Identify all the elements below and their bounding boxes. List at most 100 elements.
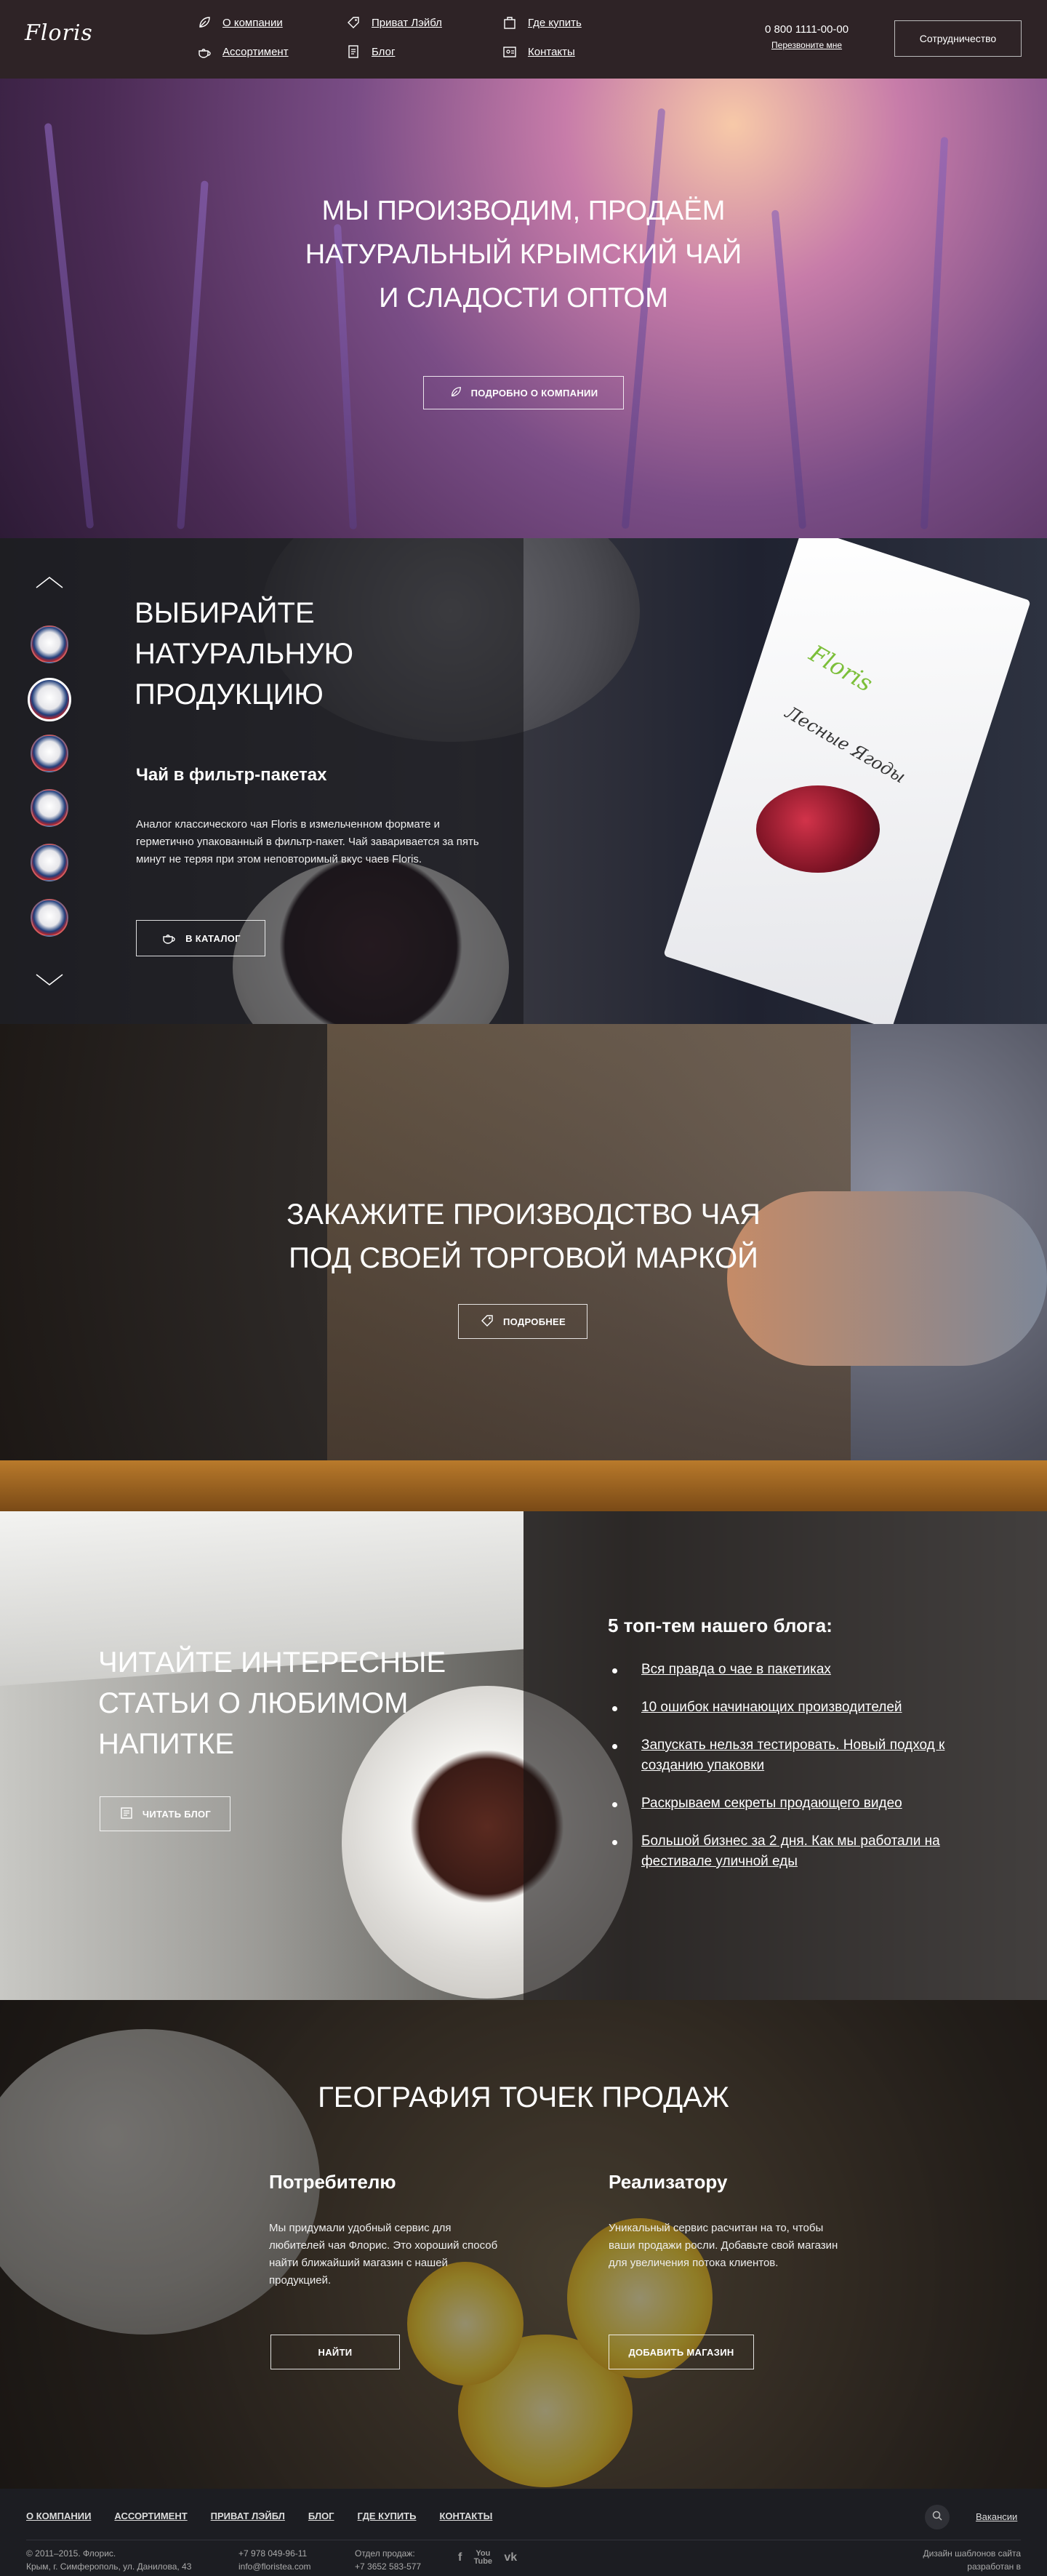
partnership-button[interactable]: Сотрудничество [894, 20, 1022, 57]
consumer-text: Мы придумали удобный сервис для любителе… [269, 2222, 498, 2287]
product-thumbnail[interactable] [31, 625, 68, 663]
sales-label: Отдел продаж: [355, 2548, 415, 2559]
hero-title-line: И СЛАДОСТИ ОПТОМ [379, 283, 668, 313]
seller-text: Уникальный сервис расчитан на то, чтобы … [609, 2222, 838, 2269]
nav-label: Где купить [528, 16, 582, 29]
blog-topic-link[interactable]: Большой бизнес за 2 дня. Как мы работали… [641, 1833, 940, 1869]
blog-title: ЧИТАЙТЕ ИНТЕРЕСНЫЕ СТАТЬИ О ЛЮБИМОМ НАПИ… [98, 1642, 476, 1764]
read-blog-button[interactable]: ЧИТАТЬ БЛОГ [100, 1796, 230, 1831]
footer-nav-item[interactable]: КОНТАКТЫ [439, 2511, 492, 2521]
facebook-icon[interactable]: f [458, 2551, 462, 2564]
product-thumbnail[interactable] [31, 789, 68, 827]
private-label-title-line: ПОД СВОЕЙ ТОРГОВОЙ МАРКОЙ [289, 1242, 758, 1274]
table-image [0, 1460, 1047, 1511]
main-nav: О компании Приват Лэйбл Где купить Ассор… [196, 15, 603, 60]
product-description: Аналог классического чая Floris в измель… [136, 818, 479, 865]
nav-item-contacts[interactable]: Контакты [502, 44, 603, 60]
nav-item-where-to-buy[interactable]: Где купить [502, 15, 603, 31]
products-title-line: НАТУРАЛЬНУЮ [135, 638, 354, 670]
blog-topic-link[interactable]: Запускать нельзя тестировать. Новый подх… [641, 1737, 944, 1773]
slider-down-arrow[interactable] [35, 973, 64, 988]
vk-icon[interactable]: vk [504, 2551, 517, 2564]
blog-topics-list: Вся правда о чае в пакетиках 10 ошибок н… [608, 1660, 950, 1889]
geo-overlay [0, 2000, 1047, 2489]
shop-icon [502, 15, 518, 31]
dev-line: разработан в [967, 2561, 1021, 2572]
nav-item-private-label[interactable]: Приват Лэйбл [345, 15, 502, 31]
add-store-button[interactable]: ДОБАВИТЬ МАГАЗИН [609, 2335, 754, 2369]
tea-package-image [663, 538, 1031, 1024]
book-icon [119, 1806, 134, 1823]
blog-topic-link[interactable]: Вся правда о чае в пакетиках [641, 1662, 831, 1677]
footer-email[interactable]: info@floristea.com [238, 2560, 311, 2573]
nav-item-about[interactable]: О компании [196, 15, 345, 31]
footer-nav-item[interactable]: БЛОГ [308, 2511, 334, 2521]
products-title-line: ВЫБИРАЙТЕ [135, 597, 315, 629]
youtube-icon[interactable]: You Tube [473, 2550, 492, 2566]
footer-phone: +7 978 049-96-11 [238, 2548, 308, 2559]
seller-title: Реализатору [609, 2171, 728, 2193]
blog-topic[interactable]: Большой бизнес за 2 дня. Как мы работали… [608, 1831, 950, 1872]
blog-topic-link[interactable]: Раскрываем секреты продающего видео [641, 1796, 902, 1811]
product-thumbnail[interactable] [31, 735, 68, 772]
vacancies-link[interactable]: Вакансии [976, 2511, 1017, 2522]
copyright: © 2011–2015. Флорис. [26, 2548, 116, 2559]
site-footer: О КОМПАНИИ АССОРТИМЕНТ ПРИВАТ ЛЭЙБЛ БЛОГ… [0, 2489, 1047, 2576]
footer-copyright: © 2011–2015. Флорис. Крым, г. Симферопол… [26, 2547, 191, 2573]
blog-topic[interactable]: Раскрываем секреты продающего видео [608, 1793, 950, 1814]
nav-label: Контакты [528, 45, 575, 58]
find-button[interactable]: НАЙТИ [270, 2335, 400, 2369]
search-button[interactable] [925, 2505, 950, 2529]
nav-item-assortment[interactable]: Ассортимент [196, 44, 345, 60]
nav-label: Приват Лэйбл [372, 16, 442, 29]
address-card-icon [502, 44, 518, 60]
dev-line: Дизайн шаблонов сайта [923, 2548, 1021, 2559]
document-icon [345, 44, 361, 60]
site-header: Floris О компании Приват Лэйбл Где купит… [0, 0, 1047, 79]
geography-section [0, 2000, 1047, 2489]
header-phone-block: 0 800 1111-00-00 Перезвоните мне [765, 23, 849, 50]
nav-label: О компании [222, 16, 283, 29]
product-thumbnail[interactable] [31, 899, 68, 937]
about-company-button-label: ПОДРОБНО О КОМПАНИИ [470, 387, 598, 399]
hero-title-line: МЫ ПРОИЗВОДИМ, ПРОДАЁМ [321, 196, 726, 226]
footer-nav-item[interactable]: АССОРТИМЕНТ [114, 2511, 187, 2521]
blog-topic-link[interactable]: 10 ошибок начинающих производителей [641, 1700, 902, 1715]
logo[interactable]: Floris [25, 20, 93, 46]
developer-credit: Дизайн шаблонов сайта разработан в [902, 2547, 1021, 2573]
footer-nav-item[interactable]: О КОМПАНИИ [26, 2511, 91, 2521]
sales-phone: +7 3652 583-577 [355, 2561, 422, 2572]
nav-item-blog[interactable]: Блог [345, 44, 502, 60]
blog-topic[interactable]: 10 ошибок начинающих производителей [608, 1697, 950, 1718]
footer-sales: Отдел продаж: +7 3652 583-577 [355, 2547, 421, 2573]
geo-title: ГЕОГРАФИЯ ТОЧЕК ПРОДАЖ [318, 2081, 729, 2113]
consumer-block: Потребителю Мы придумали удобный сервис … [269, 2171, 502, 2289]
hero-title-line: НАТУРАЛЬНЫЙ КРЫМСКИЙ ЧАЙ [305, 239, 742, 270]
header-phone: 0 800 1111-00-00 [765, 23, 849, 36]
catalog-button[interactable]: В КАТАЛОГ [136, 920, 265, 956]
footer-nav-item[interactable]: ГДЕ КУПИТЬ [358, 2511, 417, 2521]
footer-nav-item[interactable]: ПРИВАТ ЛЭЙБЛ [211, 2511, 285, 2521]
about-company-button[interactable]: ПОДРОБНО О КОМПАНИИ [423, 376, 624, 409]
product-thumbnail-active[interactable] [28, 678, 71, 721]
blog-topic[interactable]: Запускать нельзя тестировать. Новый подх… [608, 1735, 950, 1776]
blog-topics-title: 5 топ-тем нашего блога: [608, 1615, 833, 1636]
search-icon [931, 2510, 943, 2525]
leaf-icon [449, 385, 462, 401]
product-thumbnail[interactable] [31, 844, 68, 881]
catalog-button-label: В КАТАЛОГ [185, 932, 241, 944]
blog-topic[interactable]: Вся правда о чае в пакетиках [608, 1660, 950, 1680]
teapot-icon [196, 44, 212, 60]
tag-icon [480, 1313, 494, 1330]
nav-label: Ассортимент [222, 45, 289, 58]
more-button[interactable]: ПОДРОБНЕЕ [458, 1304, 587, 1339]
footer-nav: О КОМПАНИИ АССОРТИМЕНТ ПРИВАТ ЛЭЙБЛ БЛОГ… [26, 2511, 492, 2521]
berries-image [756, 785, 880, 873]
blog-title-line: СТАТЬИ О ЛЮБИМОМ [98, 1687, 409, 1719]
slider-up-arrow[interactable] [35, 575, 64, 589]
tag-icon [345, 15, 361, 31]
products-title: ВЫБИРАЙТЕ НАТУРАЛЬНУЮ ПРОДУКЦИЮ [135, 593, 440, 715]
leaf-icon [196, 15, 212, 31]
blog-title-line: НАПИТКЕ [98, 1728, 235, 1760]
callback-link[interactable]: Перезвоните мне [765, 40, 849, 50]
